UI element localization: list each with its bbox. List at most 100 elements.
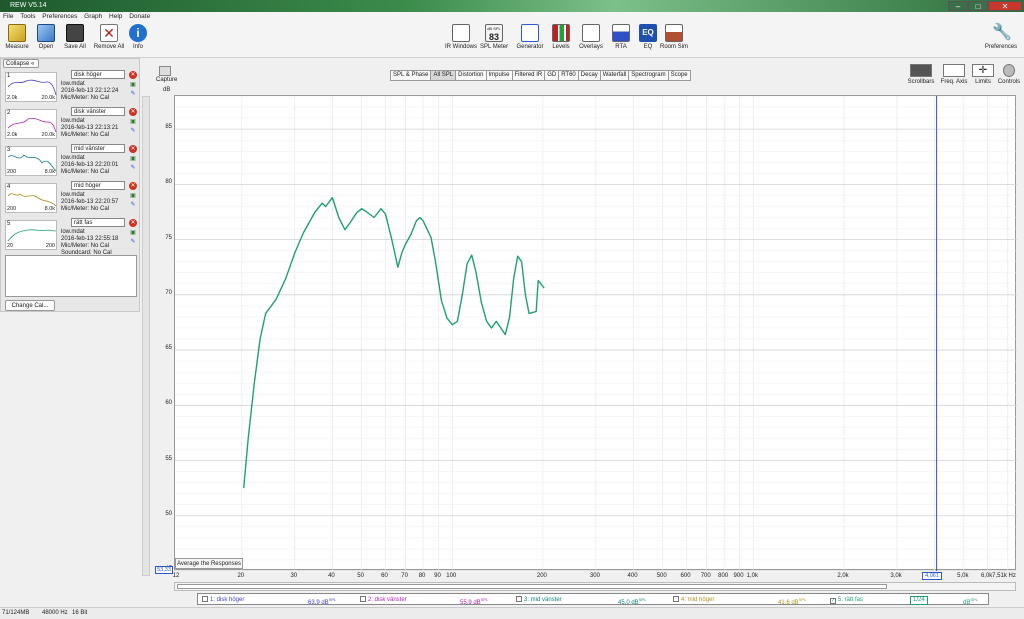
measurement-item[interactable]: 1 2.0k 20.0k disk höger ✕ low.mdat 2016-feb-13… — [3, 70, 139, 107]
collapse-button[interactable]: Collapse « — [3, 59, 39, 68]
tab-decay[interactable]: Decay — [577, 70, 601, 81]
x-tick-label: 20 — [237, 573, 245, 579]
tab-impulse[interactable]: Impulse — [485, 70, 513, 81]
measurement-name-field[interactable]: disk vänster — [71, 107, 125, 116]
tab-filtered-ir[interactable]: Filtered IR — [511, 70, 546, 81]
menu-help[interactable]: Help — [109, 13, 122, 20]
legend-item[interactable]: 1: disk höger — [202, 595, 244, 605]
legend-item[interactable]: 4: mid höger — [673, 595, 714, 605]
levels-button[interactable]: Levels — [550, 24, 572, 51]
controls-button[interactable]: Controls — [996, 64, 1022, 85]
limits-button[interactable]: ✛ Limits — [970, 64, 996, 85]
minimize-button[interactable]: – — [948, 1, 968, 11]
legend-checkbox[interactable] — [360, 596, 366, 602]
legend-item[interactable]: 3: mid vänster — [516, 595, 562, 605]
save-measurement-icon[interactable]: ▣ — [129, 119, 137, 126]
measurement-item[interactable]: 3 200 8.0k mid vänster ✕ low.mdat 2016-feb-13 … — [3, 144, 139, 181]
remove-measurement-icon[interactable]: ✕ — [129, 71, 137, 79]
capture-button[interactable]: Capture — [156, 66, 177, 83]
edit-measurement-icon[interactable]: ✎ — [129, 165, 137, 172]
tab-all-spl[interactable]: All SPL — [430, 70, 457, 81]
measure-button[interactable]: Measure — [5, 24, 29, 51]
menu-file[interactable]: File — [3, 13, 13, 20]
edit-measurement-icon[interactable]: ✎ — [129, 91, 137, 98]
generator-button[interactable]: Generator — [515, 24, 545, 51]
thumb-freq-high: 20.0k — [41, 132, 55, 138]
remove-measurement-icon[interactable]: ✕ — [129, 182, 137, 190]
save-measurement-icon[interactable]: ▣ — [129, 193, 137, 200]
measurement-item[interactable]: 2 2.0k 20.0k disk vänster ✕ low.mdat 2016-feb-… — [3, 107, 139, 144]
close-button[interactable]: ✕ — [988, 1, 1022, 11]
measurement-name-field[interactable]: disk höger — [71, 70, 125, 79]
rta-button[interactable]: RTA — [611, 24, 631, 51]
menu-bar: File Tools Preferences Graph Help Donate — [0, 12, 1024, 22]
tab-distortion[interactable]: Distortion — [455, 70, 487, 81]
preferences-button[interactable]: 🔧 Preferences — [982, 24, 1020, 51]
measurement-item[interactable]: 4 200 8.0k mid höger ✕ low.mdat 2016-feb-13 22… — [3, 181, 139, 218]
open-button[interactable]: Open — [35, 24, 57, 51]
legend-checkbox[interactable]: ✓ — [830, 598, 836, 604]
average-responses-button[interactable]: Average the Responses — [175, 558, 243, 569]
edit-measurement-icon[interactable]: ✎ — [129, 128, 137, 135]
horizontal-scrollbar[interactable] — [174, 582, 1016, 591]
change-cal-button[interactable]: Change Cal... — [5, 300, 55, 311]
remove-all-button[interactable]: ✕ Remove All — [93, 24, 125, 51]
tab-scope[interactable]: Scope — [667, 70, 691, 81]
measurement-thumbnail[interactable]: 2 2.0k 20.0k — [5, 109, 57, 139]
levels-icon — [552, 24, 570, 42]
scroll-thumb[interactable] — [177, 584, 887, 589]
info-button[interactable]: i Info — [128, 24, 148, 51]
spl-meter-button[interactable]: dB SPL 83 SPL Meter — [480, 24, 508, 51]
rta-icon — [612, 24, 630, 42]
ir-windows-button[interactable]: IR Windows — [444, 24, 478, 51]
legend-checkbox[interactable] — [202, 596, 208, 602]
eq-button[interactable]: EQ EQ — [638, 24, 658, 51]
tab-gd[interactable]: GD — [544, 70, 560, 81]
measurement-thumbnail[interactable]: 5 20 200 — [5, 220, 57, 250]
menu-graph[interactable]: Graph — [84, 13, 102, 20]
y-min-box[interactable]: 53,33 — [155, 566, 173, 574]
vertical-scrollbar[interactable] — [142, 96, 150, 576]
remove-measurement-icon[interactable]: ✕ — [129, 108, 137, 116]
save-all-button[interactable]: Save All — [63, 24, 87, 51]
overlays-button[interactable]: Overlays — [577, 24, 605, 51]
menu-tools[interactable]: Tools — [20, 13, 35, 20]
measurement-thumbnail[interactable]: 4 200 8.0k — [5, 183, 57, 213]
legend-item[interactable]: 2: disk vänster — [360, 595, 407, 605]
x-tick-label: 60 — [381, 573, 388, 579]
notes-area[interactable] — [5, 255, 137, 297]
measurement-name-field[interactable]: mid vänster — [71, 144, 125, 153]
freq-axis-button[interactable]: Freq. Axis — [938, 64, 970, 85]
tab-spl-phase[interactable]: SPL & Phase — [390, 70, 432, 81]
edit-measurement-icon[interactable]: ✎ — [129, 202, 137, 209]
scrollbars-button[interactable]: Scrollbars — [906, 64, 936, 85]
tab-waterfall[interactable]: Waterfall — [599, 70, 630, 81]
legend-item[interactable]: ✓ 5: rätt fas — [830, 595, 863, 605]
measurement-name-field[interactable]: mid höger — [71, 181, 125, 190]
memory-usage: 71/124MB — [2, 610, 30, 616]
x-tick-label: 40 — [328, 573, 335, 579]
save-measurement-icon[interactable]: ▣ — [129, 156, 137, 163]
measurement-file: low.mdat — [61, 155, 85, 161]
room-sim-button[interactable]: Room Sim — [660, 24, 688, 51]
title-bar: REW V5.14 – □ ✕ — [0, 0, 1024, 12]
save-measurement-icon[interactable]: ▣ — [129, 230, 137, 237]
menu-donate[interactable]: Donate — [129, 13, 150, 20]
remove-measurement-icon[interactable]: ✕ — [129, 219, 137, 227]
spl-plot[interactable] — [174, 95, 1017, 572]
measurement-thumbnail[interactable]: 3 200 8.0k — [5, 146, 57, 176]
remove-measurement-icon[interactable]: ✕ — [129, 145, 137, 153]
x-cursor-box[interactable]: 4,061 — [922, 572, 942, 580]
maximize-button[interactable]: □ — [968, 1, 988, 11]
menu-preferences[interactable]: Preferences — [42, 13, 77, 20]
tab-spectrogram[interactable]: Spectrogram — [628, 70, 669, 81]
smoothing-indicator[interactable]: 1/24 — [910, 596, 928, 605]
measurement-thumbnail[interactable]: 1 2.0k 20.0k — [5, 72, 57, 102]
tab-rt60[interactable]: RT60 — [558, 70, 579, 81]
measurement-item[interactable]: 5 20 200 rätt fas ✕ low.mdat 2016-feb-13 22:55… — [3, 218, 139, 256]
legend-checkbox[interactable] — [516, 596, 522, 602]
measurement-name-field[interactable]: rätt fas — [71, 218, 125, 227]
edit-measurement-icon[interactable]: ✎ — [129, 239, 137, 246]
legend-checkbox[interactable] — [673, 596, 679, 602]
save-measurement-icon[interactable]: ▣ — [129, 82, 137, 89]
